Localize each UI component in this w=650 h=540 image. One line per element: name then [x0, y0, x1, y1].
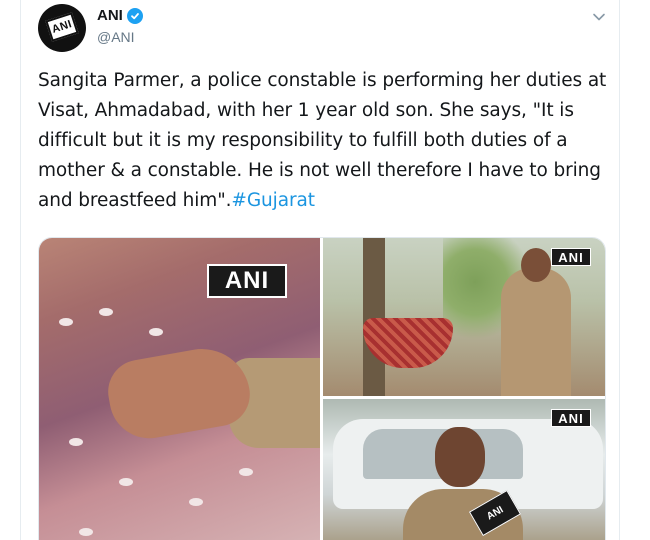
fabric-dot	[189, 498, 203, 506]
officer-head	[435, 427, 485, 487]
fabric-dot	[119, 478, 133, 486]
fabric-dot	[69, 438, 83, 446]
author-name-row[interactable]: ANI	[97, 7, 143, 24]
chevron-down-icon[interactable]	[592, 10, 606, 24]
officer-figure	[501, 268, 571, 396]
photo-baby-blanket[interactable]: ANI	[39, 238, 320, 540]
fabric-dot	[149, 328, 163, 336]
tree-trunk	[363, 238, 385, 396]
verified-badge-icon	[126, 7, 143, 24]
officer-head	[521, 248, 551, 282]
avatar[interactable]: ANI	[38, 4, 86, 52]
fabric-dot	[79, 528, 93, 536]
ani-watermark: ANI	[207, 264, 287, 298]
fabric-dot	[99, 308, 113, 316]
ani-watermark: ANI	[551, 409, 591, 427]
fabric-dot	[59, 318, 73, 326]
tweet-body: Sangita Parmer, a police constable is pe…	[38, 70, 607, 211]
display-name[interactable]: ANI	[97, 7, 123, 24]
photo-hammock[interactable]: ANI	[323, 238, 605, 396]
photo-interview[interactable]: ANI ANI	[323, 399, 605, 540]
avatar-logo: ANI	[45, 12, 79, 42]
tweet-text: Sangita Parmer, a police constable is pe…	[38, 66, 618, 216]
media-grid[interactable]: ANI ANI ANI ANI	[38, 237, 606, 540]
ani-watermark: ANI	[551, 248, 591, 266]
fabric-dot	[239, 468, 253, 476]
handle[interactable]: @ANI	[97, 29, 135, 45]
hashtag-link[interactable]: #Gujarat	[231, 190, 315, 211]
